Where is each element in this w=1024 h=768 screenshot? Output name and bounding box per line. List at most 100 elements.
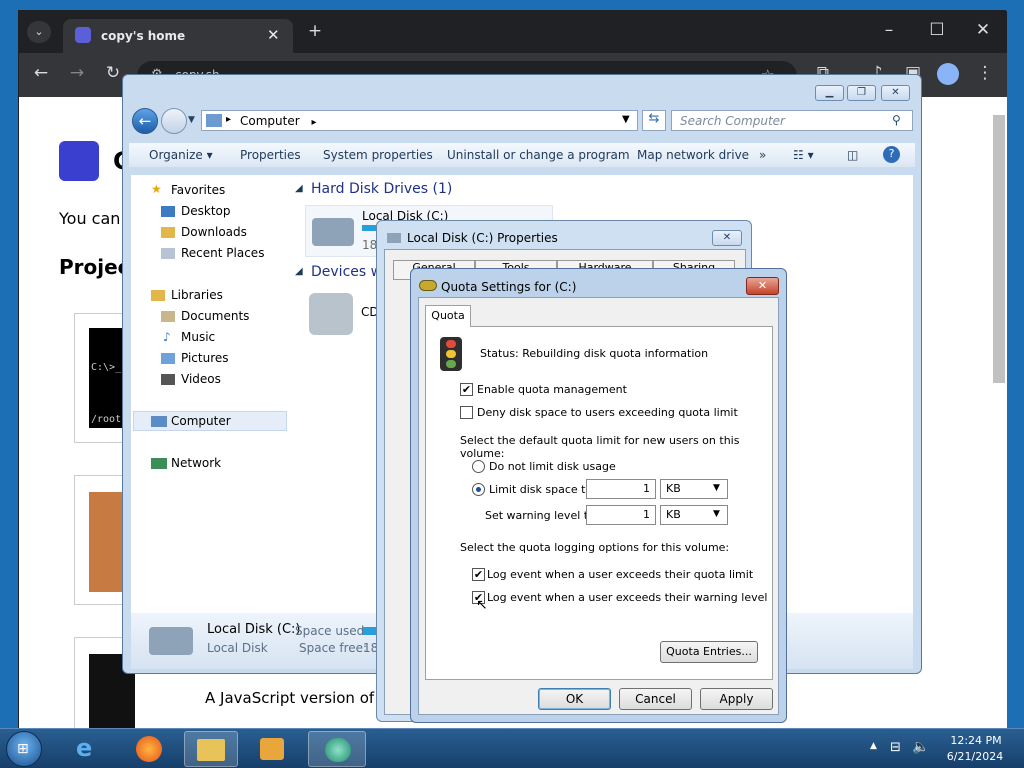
enable-quota-checkbox[interactable]: ✔ — [460, 383, 473, 396]
taskbar-firefox[interactable] — [124, 731, 176, 767]
taskbar-media-player[interactable] — [246, 731, 298, 767]
default-limit-label: Select the default quota limit for new u… — [460, 434, 740, 460]
clock-date[interactable]: 6/21/2024 — [946, 750, 1004, 763]
minimize-icon[interactable]: – — [875, 20, 903, 40]
cd-drive-icon[interactable] — [309, 293, 353, 335]
nav-documents[interactable]: Documents — [181, 309, 249, 323]
nav-favorites[interactable]: Favorites — [171, 183, 225, 197]
site-favicon-icon — [75, 27, 91, 43]
quota-title: Quota Settings for (C:) — [441, 280, 577, 294]
restore-button[interactable]: ❐ — [847, 85, 876, 101]
browser-tab[interactable]: copy's home ✕ — [63, 19, 293, 53]
recent-pages-icon[interactable]: ▼ — [188, 115, 195, 125]
clock-time[interactable]: 12:24 PM — [948, 734, 1004, 747]
quota-dialog-body: Quota Status: Rebuilding disk quota info… — [418, 297, 779, 715]
address-bar[interactable]: ▸ Computer ▸ ▼ — [201, 110, 638, 131]
quota-dialog-icon — [419, 280, 437, 291]
organize-button[interactable]: Organize ▾ — [149, 148, 213, 162]
cancel-button[interactable]: Cancel — [619, 688, 692, 710]
collapse-arrow-icon[interactable]: ◢ — [295, 183, 303, 194]
collapse-arrow-icon[interactable]: ◢ — [295, 266, 303, 277]
taskbar-explorer[interactable] — [184, 731, 238, 767]
back-icon[interactable]: ← — [27, 63, 55, 83]
forward-icon[interactable]: → — [63, 63, 91, 83]
limit-unit-select[interactable]: KB ▼ — [660, 479, 728, 499]
limit-radio[interactable] — [472, 483, 485, 496]
network-status-icon[interactable]: ⊟ — [890, 740, 901, 755]
computer-icon — [151, 416, 167, 427]
space-free-label: Space free: — [299, 641, 368, 655]
quota-entries-button[interactable]: Quota Entries... — [660, 641, 758, 663]
site-logo-icon — [59, 141, 99, 181]
enable-quota-label[interactable]: Enable quota management — [477, 383, 627, 396]
volume-muted-icon[interactable]: 🔈 — [912, 739, 929, 755]
nav-computer[interactable]: Computer — [171, 414, 231, 428]
deny-space-label[interactable]: Deny disk space to users exceeding quota… — [477, 406, 738, 419]
properties-button[interactable]: Properties — [240, 148, 301, 162]
ok-button[interactable]: OK — [538, 688, 611, 710]
apply-button[interactable]: Apply — [700, 688, 773, 710]
deny-space-checkbox[interactable] — [460, 406, 473, 419]
dropdown-arrow-icon: ▼ — [713, 509, 720, 519]
documents-icon — [161, 311, 175, 322]
windows-logo-icon: ⊞ — [17, 741, 29, 757]
start-button[interactable]: ⊞ — [6, 731, 42, 767]
search-input[interactable]: Search Computer ⚲ — [671, 110, 913, 131]
videos-icon — [161, 374, 175, 385]
firefox-icon — [136, 736, 162, 762]
nav-recent-places[interactable]: Recent Places — [181, 246, 264, 260]
log-warning-label[interactable]: Log event when a user exceeds their warn… — [487, 591, 767, 604]
properties-close-button[interactable]: ✕ — [712, 230, 742, 246]
address-dropdown-icon[interactable]: ▼ — [622, 114, 630, 125]
warning-value-input[interactable]: 1 — [586, 505, 656, 525]
nav-music[interactable]: Music — [181, 330, 215, 344]
close-button[interactable]: ✕ — [881, 85, 910, 101]
back-button[interactable]: ← — [132, 108, 158, 134]
page-scrollbar[interactable] — [993, 115, 1005, 383]
nav-downloads[interactable]: Downloads — [181, 225, 247, 239]
group-hdd-header[interactable]: Hard Disk Drives (1) — [311, 181, 452, 197]
group-devices-header[interactable]: Devices w — [311, 264, 382, 280]
nav-network[interactable]: Network — [171, 456, 221, 470]
close-window-icon[interactable]: ✕ — [969, 20, 997, 40]
minimize-button[interactable]: ▁ — [815, 85, 844, 101]
tab-quota[interactable]: Quota — [425, 305, 471, 327]
profile-avatar[interactable] — [937, 63, 959, 85]
menu-icon[interactable]: ⋮ — [971, 63, 999, 83]
preview-pane-icon[interactable]: ◫ — [847, 148, 858, 162]
address-text: Computer — [240, 114, 300, 128]
no-limit-label[interactable]: Do not limit disk usage — [489, 460, 616, 473]
help-icon[interactable]: ? — [883, 146, 900, 163]
forward-button[interactable] — [161, 108, 187, 134]
taskbar-active-app[interactable] — [308, 731, 366, 767]
nav-libraries[interactable]: Libraries — [171, 288, 223, 302]
nav-pictures[interactable]: Pictures — [181, 351, 229, 365]
taskbar-ie[interactable]: e — [64, 731, 116, 767]
no-limit-radio[interactable] — [472, 460, 485, 473]
warning-unit-select[interactable]: KB ▼ — [660, 505, 728, 525]
details-type: Local Disk — [207, 641, 268, 655]
quota-close-button[interactable]: ✕ — [746, 277, 779, 295]
map-network-drive-button[interactable]: Map network drive — [637, 148, 749, 162]
maximize-icon[interactable]: ☐ — [923, 20, 951, 40]
nav-videos[interactable]: Videos — [181, 372, 221, 386]
internet-explorer-icon: e — [76, 734, 93, 762]
show-hidden-icons-icon[interactable]: ▲ — [870, 741, 877, 751]
limit-value-input[interactable]: 1 — [586, 479, 656, 499]
log-limit-checkbox[interactable]: ✔ — [472, 568, 485, 581]
uninstall-button[interactable]: Uninstall or change a program — [447, 148, 630, 162]
quota-dialog: Quota Settings for (C:) ✕ Quota Status: … — [410, 268, 787, 723]
tab-close-icon[interactable]: ✕ — [267, 26, 280, 44]
limit-label[interactable]: Limit disk space to — [489, 483, 592, 496]
system-properties-button[interactable]: System properties — [323, 148, 433, 162]
new-tab-button[interactable]: + — [301, 21, 329, 41]
log-limit-label[interactable]: Log event when a user exceeds their quot… — [487, 568, 753, 581]
more-commands-button[interactable]: » — [759, 148, 766, 162]
libraries-icon — [151, 290, 165, 301]
nav-desktop[interactable]: Desktop — [181, 204, 231, 218]
tab-search-button[interactable]: ⌄ — [27, 21, 51, 43]
drive-icon — [387, 233, 401, 243]
refresh-button[interactable]: ⇆ — [642, 110, 666, 131]
change-view-icon[interactable]: ☷ ▾ — [793, 148, 814, 162]
pictures-icon — [161, 353, 175, 364]
